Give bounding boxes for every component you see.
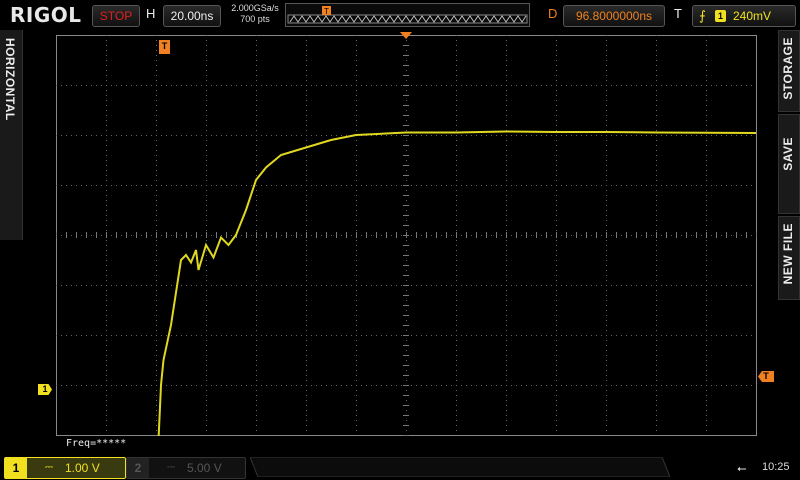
ch2-scale: 5.00 V [187,461,222,475]
delay-value[interactable]: 96.8000000ns [563,5,665,27]
delay-label: D [548,6,558,21]
ch1-settings[interactable]: 1 ⎓ 1.00 V [4,457,126,479]
right-menu-panel: STORAGE SAVE NEW FILE [778,30,800,300]
memory-overview-strip[interactable]: T [285,3,530,27]
frequency-measurement: Freq=***** [66,438,127,449]
bottom-status-bar: 1 ⎓ 1.00 V 2 ⎓ 5.00 V ⭠ 10:25 [0,452,800,480]
ch1-number: 1 [5,458,27,478]
timebase-value[interactable]: 20.00ns [163,5,221,27]
trigger-time-marker[interactable]: T [159,40,170,54]
new-file-menu-item[interactable]: NEW FILE [778,216,800,300]
horizontal-label: H [146,6,156,21]
dc-coupling-icon: ⎓ [45,462,53,473]
memory-overview-graphic: T [287,6,528,24]
ch2-settings[interactable]: 2 ⎓ 5.00 V [126,457,246,479]
ch1-scale: 1.00 V [65,461,100,475]
svg-text:T: T [324,7,329,16]
new-file-label: NEW FILE [781,223,795,285]
trigger-setting[interactable]: ⨍ 1 240mV [692,5,796,27]
ch1-offset-marker[interactable]: 1 [38,384,52,395]
trigger-label: T [674,6,682,21]
waveform-display[interactable] [56,35,757,436]
usb-icon: ⭠ [737,461,747,475]
empty-channel-slot [250,457,670,477]
trigger-level-marker[interactable]: T [758,371,774,382]
top-status-bar: RIGOL STOP H 20.00ns 2.000GSa/s 700 pts … [0,0,800,30]
memory-depth: 700 pts [240,14,270,24]
trigger-source-chip: 1 [715,10,726,22]
trigger-level-value: 240mV [733,9,772,23]
run-stop-indicator[interactable]: STOP [92,5,140,27]
brand-logo: RIGOL [10,3,82,27]
trigger-position-arrow [400,32,412,39]
storage-label: STORAGE [781,37,795,100]
storage-menu-item[interactable]: STORAGE [778,30,800,112]
dc-coupling-icon: ⎓ [167,462,175,473]
rising-edge-icon: ⨍ [699,8,706,23]
ch2-number: 2 [127,458,149,478]
horizontal-menu-tab[interactable]: HORIZONTAL [0,30,23,240]
acquisition-info: 2.000GSa/s 700 pts [228,3,282,25]
save-menu-item[interactable]: SAVE [778,114,800,214]
horizontal-menu-label: HORIZONTAL [3,38,17,121]
save-label: SAVE [781,137,795,171]
system-clock: 10:25 [762,461,790,473]
sample-rate: 2.000GSa/s [231,3,279,13]
